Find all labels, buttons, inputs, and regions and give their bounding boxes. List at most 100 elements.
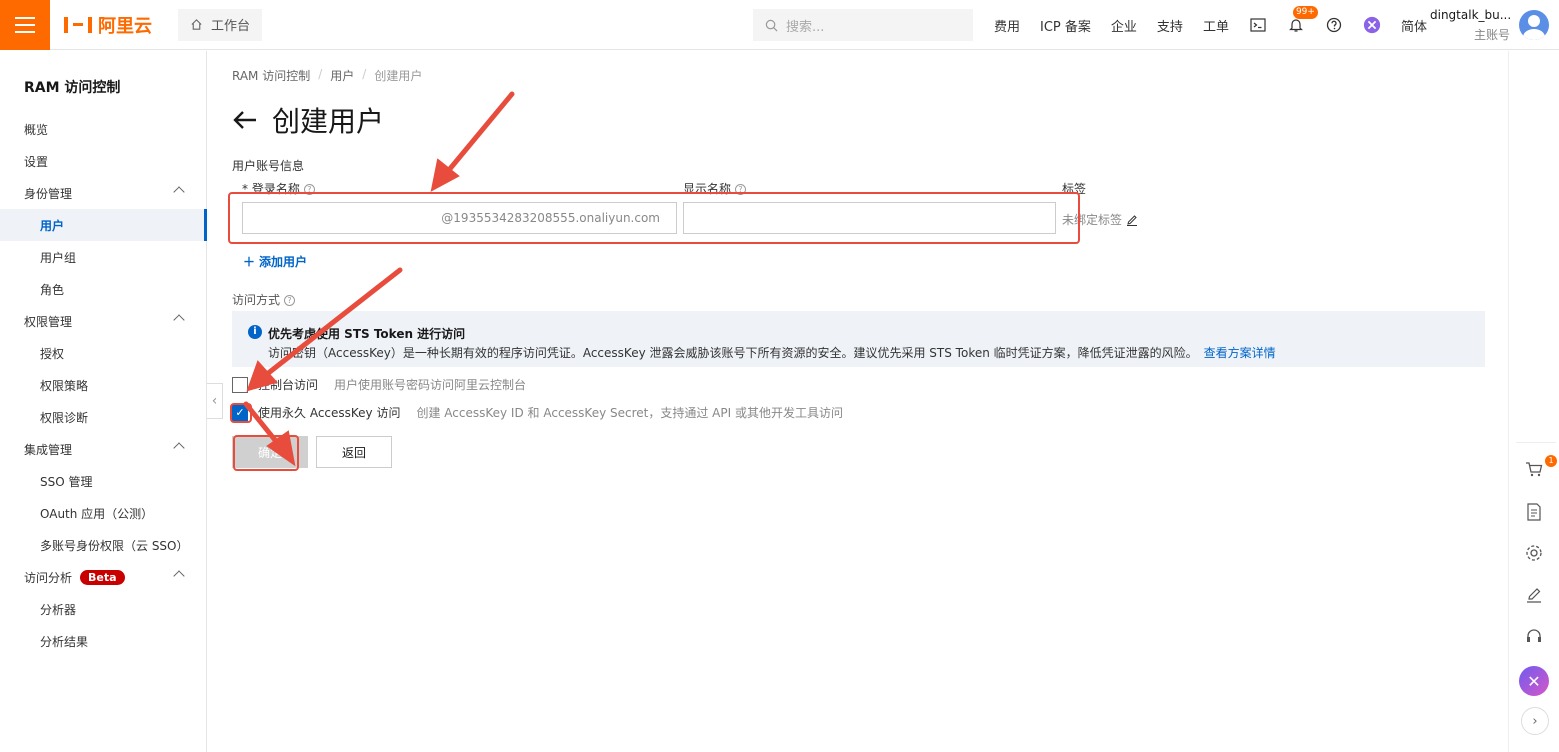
nav-link-ticket[interactable]: 工单: [1203, 16, 1229, 35]
sidebar-item-policies[interactable]: 权限策略: [0, 369, 207, 401]
sidebar-group-access-analysis[interactable]: 访问分析 Beta: [0, 561, 207, 593]
sidebar-item-label: 设置: [24, 154, 49, 169]
rail-divider: [1516, 442, 1556, 443]
edit-icon[interactable]: [1126, 214, 1138, 226]
sidebar-item-oauth[interactable]: OAuth 应用（公测）: [0, 497, 207, 529]
highlight-checkbox: [230, 403, 252, 423]
user-role: 主账号: [1473, 28, 1510, 42]
cart-icon[interactable]: [1522, 457, 1546, 481]
chevron-up-icon: [173, 442, 185, 454]
cart-badge: 1: [1545, 455, 1557, 467]
sidebar-item-label: 概览: [24, 122, 49, 137]
logo-mark-icon: [64, 16, 92, 33]
beta-badge: Beta: [80, 569, 125, 585]
sidebar-item-label: 集成管理: [24, 442, 73, 457]
search-placeholder: 搜索...: [786, 19, 825, 35]
top-nav: 费用 ICP 备案 企业 支持 工单 99+ 简体: [994, 0, 1447, 50]
back-arrow-icon[interactable]: [232, 110, 258, 130]
sidebar-item-label: 授权: [40, 346, 65, 361]
sidebar-item-overview[interactable]: 概览: [0, 113, 207, 145]
sidebar-item-label: 用户组: [40, 250, 77, 265]
gear-icon[interactable]: [1522, 541, 1546, 565]
document-icon[interactable]: [1522, 500, 1546, 524]
help-icon[interactable]: ?: [284, 295, 296, 306]
back-button[interactable]: 返回: [316, 436, 392, 468]
access-method-label-text: 访问方式: [232, 293, 281, 307]
chevron-left-icon: ‹: [211, 393, 218, 409]
add-user-label: 添加用户: [259, 255, 308, 269]
aliyun-logo[interactable]: 阿里云: [64, 12, 152, 38]
alert-body: 访问密钥（AccessKey）是一种长期有效的程序访问凭证。AccessKey …: [268, 344, 1485, 361]
alert-details-link[interactable]: 查看方案详情: [1204, 346, 1276, 360]
breadcrumb: RAM 访问控制 / 用户 / 创建用户: [232, 67, 422, 84]
edit-icon[interactable]: [1522, 583, 1546, 607]
nav-link-support[interactable]: 支持: [1157, 16, 1183, 35]
page-header: 创建用户: [232, 100, 384, 140]
back-label: 返回: [341, 445, 366, 460]
chevron-up-icon: [173, 314, 185, 326]
workbench-button[interactable]: 工作台: [178, 8, 263, 41]
ai-assistant-icon[interactable]: [1363, 16, 1381, 34]
search-input[interactable]: 搜索...: [753, 9, 973, 41]
sidebar-group-integration[interactable]: 集成管理: [0, 433, 207, 465]
sidebar-item-user-groups[interactable]: 用户组: [0, 241, 207, 273]
sidebar-item-label: SSO 管理: [40, 474, 93, 489]
sidebar-item-settings[interactable]: 设置: [0, 145, 207, 177]
nav-link-icp[interactable]: ICP 备案: [1040, 16, 1091, 35]
accesskey-access-label: 使用永久 AccessKey 访问: [258, 406, 401, 420]
nav-link-enterprise[interactable]: 企业: [1111, 16, 1137, 35]
sidebar-item-label: 多账号身份权限（云 SSO）: [40, 538, 189, 553]
highlight-confirm: [233, 435, 299, 471]
sidebar-item-label: 分析结果: [40, 634, 89, 649]
sidebar: RAM 访问控制 概览 设置 身份管理 用户 用户组 角色 权限管理 授权 权限…: [0, 51, 207, 752]
sidebar-group-permissions[interactable]: 权限管理: [0, 305, 207, 337]
accesskey-access-option[interactable]: ✓ 使用永久 AccessKey 访问 创建 AccessKey ID 和 Ac…: [232, 404, 843, 421]
notification-badge: 99+: [1292, 6, 1318, 19]
avatar[interactable]: [1519, 10, 1549, 40]
page-title: 创建用户: [272, 105, 385, 138]
chevron-right-icon: ›: [1532, 713, 1538, 729]
sidebar-item-users[interactable]: 用户: [0, 209, 207, 241]
add-user-button[interactable]: ＋ 添加用户: [243, 253, 307, 270]
sidebar-item-grants[interactable]: 授权: [0, 337, 207, 369]
access-method-label: 访问方式?: [232, 291, 296, 308]
plus-icon: ＋: [243, 255, 256, 269]
user-account[interactable]: dingtalk_bu... 主账号: [1430, 8, 1511, 43]
sidebar-collapse-button[interactable]: ‹: [207, 383, 223, 419]
arrow-to-form: [441, 91, 515, 179]
arrow-head: [430, 158, 460, 192]
chevron-up-icon: [173, 570, 185, 582]
sidebar-item-sso[interactable]: SSO 管理: [0, 465, 207, 497]
alert-body-text: 访问密钥（AccessKey）是一种长期有效的程序访问凭证。AccessKey …: [268, 346, 1198, 360]
sidebar-title: RAM 访问控制: [24, 80, 121, 96]
sidebar-item-diagnosis[interactable]: 权限诊断: [0, 401, 207, 433]
menu-icon[interactable]: [0, 0, 50, 50]
nav-link-billing[interactable]: 费用: [994, 16, 1020, 35]
sidebar-item-label: 访问分析: [24, 570, 73, 585]
terminal-icon[interactable]: [1249, 16, 1267, 34]
sidebar-item-analysis-results[interactable]: 分析结果: [0, 625, 207, 657]
console-access-checkbox[interactable]: [232, 376, 248, 393]
sidebar-item-analyzer[interactable]: 分析器: [0, 593, 207, 625]
rail-expand-button[interactable]: ›: [1521, 707, 1549, 735]
help-icon[interactable]: [1325, 16, 1343, 34]
breadcrumb-separator: /: [362, 67, 367, 81]
ai-assistant-icon[interactable]: ✕: [1519, 666, 1549, 696]
console-access-option[interactable]: 控制台访问 用户使用账号密码访问阿里云控制台: [232, 376, 526, 393]
breadcrumb-users[interactable]: 用户: [330, 67, 354, 84]
sidebar-item-label: 权限管理: [24, 314, 73, 329]
language-switch[interactable]: 简体: [1401, 16, 1427, 35]
bell-icon[interactable]: 99+: [1287, 6, 1318, 34]
sidebar-item-label: 权限策略: [40, 378, 89, 393]
sidebar-item-label: 身份管理: [24, 186, 73, 201]
sidebar-item-roles[interactable]: 角色: [0, 273, 207, 305]
breadcrumb-ram[interactable]: RAM 访问控制: [232, 67, 310, 84]
headset-icon[interactable]: [1522, 625, 1546, 649]
sidebar-group-identity[interactable]: 身份管理: [0, 177, 207, 209]
accesskey-access-hint: 创建 AccessKey ID 和 AccessKey Secret，支持通过 …: [416, 406, 843, 420]
logo-text: 阿里云: [98, 15, 152, 37]
sidebar-item-cloud-sso[interactable]: 多账号身份权限（云 SSO）: [0, 529, 207, 561]
sidebar-item-label: OAuth 应用（公测）: [40, 506, 154, 521]
ai-ball-icon: ✕: [1519, 666, 1549, 696]
breadcrumb-current: 创建用户: [374, 69, 423, 83]
